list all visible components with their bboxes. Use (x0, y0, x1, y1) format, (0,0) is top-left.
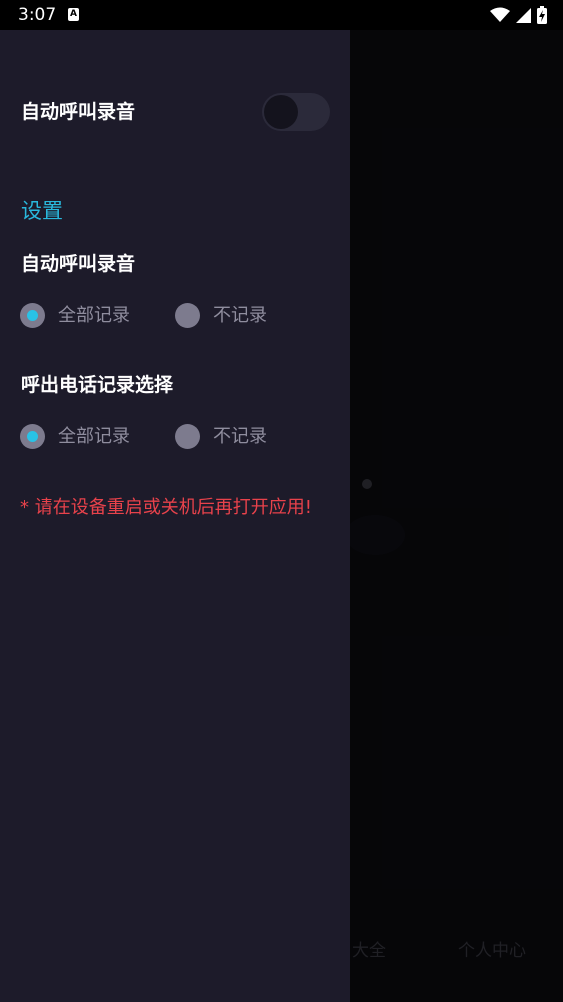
radio-outgoing-none[interactable] (175, 424, 200, 449)
restart-warning: * 请在设备重启或关机后再打开应用! (20, 497, 312, 518)
screen: 3:07 A 大全 个人中心 自动呼叫录音 设置 自动呼叫录音 全部记录 不记录… (0, 0, 563, 1002)
radio-outgoing-all[interactable] (20, 424, 45, 449)
toggle-knob (264, 95, 298, 129)
status-icons (490, 6, 547, 24)
radio-auto-record-none[interactable] (175, 303, 200, 328)
wifi-icon (490, 7, 510, 22)
radio-auto-record-all[interactable] (20, 303, 45, 328)
status-bar: 3:07 A (0, 0, 563, 30)
section-title: 设置 (21, 199, 63, 223)
radio-label-all[interactable]: 全部记录 (58, 303, 130, 328)
battery-charging-icon (537, 6, 547, 24)
radio-label-none[interactable]: 不记录 (213, 303, 267, 328)
radio-group-auto-record: 全部记录 不记录 (20, 303, 340, 329)
group-title-auto-record: 自动呼叫录音 (21, 253, 136, 275)
radio-label-none[interactable]: 不记录 (213, 424, 267, 449)
status-time: 3:07 (18, 5, 57, 25)
cell-signal-icon (516, 7, 531, 23)
radio-group-outgoing-record: 全部记录 不记录 (20, 424, 340, 450)
auto-record-label: 自动呼叫录音 (21, 101, 136, 123)
settings-drawer: 自动呼叫录音 设置 自动呼叫录音 全部记录 不记录 呼出电话记录选择 全部记录 … (0, 30, 350, 1002)
radio-label-all[interactable]: 全部记录 (58, 424, 130, 449)
notification-icon: A (68, 8, 79, 21)
group-title-outgoing-record: 呼出电话记录选择 (21, 374, 174, 396)
auto-record-toggle[interactable] (262, 93, 330, 131)
